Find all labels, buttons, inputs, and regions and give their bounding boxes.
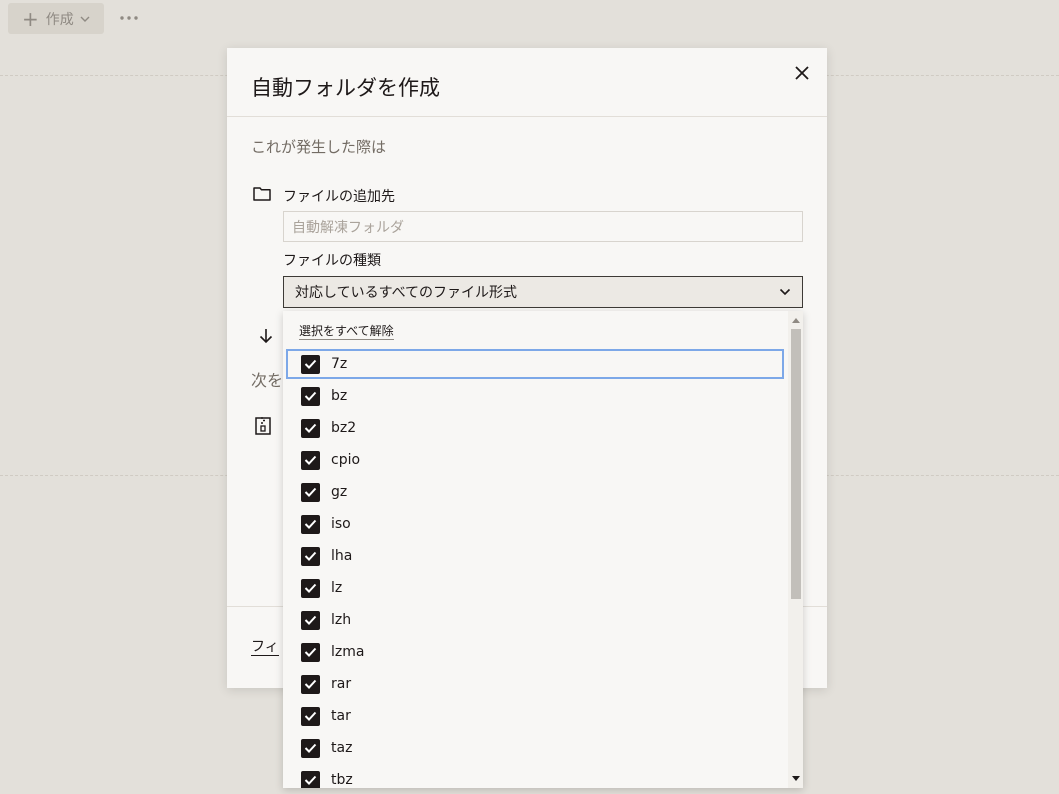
action-section-label: 次を xyxy=(251,371,284,390)
scrollbar-thumb[interactable] xyxy=(791,329,801,599)
checkbox-checked-icon[interactable] xyxy=(301,770,320,788)
footer-link[interactable]: フィ xyxy=(251,639,279,656)
checkbox-checked-icon[interactable] xyxy=(301,482,320,502)
file-type-option-label: tar xyxy=(331,708,351,724)
file-type-option-label: lha xyxy=(331,548,353,564)
scrollbar[interactable] xyxy=(788,311,803,788)
create-button-label: 作成 xyxy=(45,11,74,28)
file-type-option[interactable]: bz xyxy=(283,380,787,412)
file-type-option[interactable]: taz xyxy=(283,732,787,764)
file-type-option[interactable]: iso xyxy=(283,508,787,540)
file-type-option-label: rar xyxy=(331,676,352,692)
file-type-option[interactable]: lzh xyxy=(283,604,787,636)
checkbox-checked-icon[interactable] xyxy=(301,546,320,566)
dialog-title: 自動フォルダを作成 xyxy=(251,76,440,100)
destination-label: ファイルの追加先 xyxy=(283,189,395,205)
file-type-label: ファイルの種類 xyxy=(283,253,381,269)
file-type-option[interactable]: tbz xyxy=(283,764,787,788)
checkbox-checked-icon[interactable] xyxy=(301,706,320,726)
close-icon[interactable] xyxy=(792,63,812,83)
checkbox-checked-icon[interactable] xyxy=(301,354,320,374)
file-type-option-label: 7z xyxy=(331,356,348,372)
file-type-option-label: lzma xyxy=(331,644,365,660)
file-type-option-label: lzh xyxy=(331,612,352,628)
zip-file-icon xyxy=(255,417,271,435)
chevron-down-icon xyxy=(80,16,90,22)
file-type-option[interactable]: lzma xyxy=(283,636,787,668)
file-type-option-label: lz xyxy=(331,580,343,596)
checkbox-checked-icon[interactable] xyxy=(301,738,320,758)
file-type-option-label: iso xyxy=(331,516,351,532)
scroll-up-arrow-icon[interactable] xyxy=(788,315,803,325)
deselect-all-link[interactable]: 選択をすべて解除 xyxy=(299,324,394,340)
file-type-option-list: 7z bz bz2 cpio gz iso lha lz lzh lzma rar tar taz tbz xyxy=(283,348,787,788)
file-type-option-label: taz xyxy=(331,740,353,756)
chevron-down-icon xyxy=(779,284,791,300)
file-type-option[interactable]: bz2 xyxy=(283,412,787,444)
file-type-option[interactable]: 7z xyxy=(285,348,785,380)
file-type-option-label: tbz xyxy=(331,772,353,788)
file-type-option-label: gz xyxy=(331,484,348,500)
checkbox-checked-icon[interactable] xyxy=(301,450,320,470)
file-type-dropdown-menu: 選択をすべて解除 7z bz bz2 cpio gz iso lha lz lzh lzma rar… xyxy=(283,311,803,788)
more-options-icon[interactable] xyxy=(118,8,140,28)
checkbox-checked-icon[interactable] xyxy=(301,610,320,630)
file-type-option-label: bz2 xyxy=(331,420,357,436)
file-type-option-label: bz xyxy=(331,388,348,404)
checkbox-checked-icon[interactable] xyxy=(301,514,320,534)
checkbox-checked-icon[interactable] xyxy=(301,674,320,694)
header-divider xyxy=(227,116,827,117)
scroll-down-arrow-icon[interactable] xyxy=(788,773,803,783)
file-type-selected-value: 対応しているすべてのファイル形式 xyxy=(295,285,518,301)
folder-icon xyxy=(253,186,271,202)
file-type-option-label: cpio xyxy=(331,452,361,468)
arrow-down-icon xyxy=(259,328,273,344)
file-type-option[interactable]: tar xyxy=(283,700,787,732)
top-toolbar: + 作成 xyxy=(0,0,1059,40)
file-type-option[interactable]: cpio xyxy=(283,444,787,476)
file-type-option[interactable]: lz xyxy=(283,572,787,604)
file-type-select[interactable]: 対応しているすべてのファイル形式 xyxy=(283,276,803,308)
plus-icon: + xyxy=(22,6,39,31)
create-button[interactable]: + 作成 xyxy=(8,3,104,34)
checkbox-checked-icon[interactable] xyxy=(301,386,320,406)
file-type-option[interactable]: gz xyxy=(283,476,787,508)
checkbox-checked-icon[interactable] xyxy=(301,418,320,438)
file-type-option[interactable]: lha xyxy=(283,540,787,572)
checkbox-checked-icon[interactable] xyxy=(301,642,320,662)
file-type-option[interactable]: rar xyxy=(283,668,787,700)
destination-folder-input[interactable]: 自動解凍フォルダ xyxy=(283,211,803,242)
checkbox-checked-icon[interactable] xyxy=(301,578,320,598)
trigger-section-label: これが発生した際は xyxy=(251,138,387,156)
